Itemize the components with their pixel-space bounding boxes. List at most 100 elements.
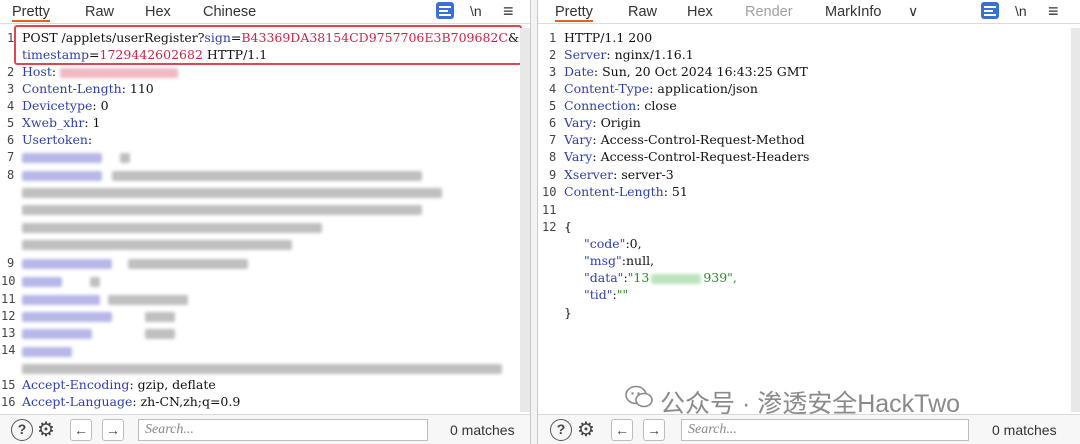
json-brace-open: { bbox=[564, 219, 572, 234]
redacted-value bbox=[145, 312, 175, 322]
tab-pretty[interactable]: Pretty bbox=[12, 2, 50, 22]
match-count: 0 matches bbox=[450, 422, 515, 438]
line-number: 2 bbox=[549, 48, 557, 62]
redacted-value bbox=[112, 171, 422, 181]
header-date: Date: Sun, 20 Oct 2024 16:43:25 GMT bbox=[564, 64, 808, 79]
line-number: 3 bbox=[549, 65, 557, 79]
redacted-value bbox=[60, 67, 179, 78]
redacted-value bbox=[22, 153, 102, 163]
request-search-bar: ? ⚙ ← → Search... 0 matches bbox=[0, 414, 530, 444]
json-tid: "tid":"" bbox=[584, 287, 629, 302]
wechat-logo-icon bbox=[625, 385, 653, 408]
newline-icon[interactable]: \n bbox=[1015, 2, 1027, 20]
header-accept-language: Accept-Language: zh-CN,zh;q=0.9 bbox=[22, 394, 241, 409]
header-vary: Vary: Access-Control-Request-Method bbox=[564, 132, 805, 147]
line-number: 8 bbox=[549, 150, 557, 164]
newline-icon[interactable]: \n bbox=[470, 2, 482, 20]
response-tabbar: Pretty Raw Hex Render MarkInfo ∨ \n ≡ bbox=[538, 0, 1080, 24]
match-count: 0 matches bbox=[992, 422, 1057, 438]
redacted-value bbox=[22, 347, 72, 357]
gear-icon[interactable]: ⚙ bbox=[35, 419, 57, 441]
line-number: 7 bbox=[549, 133, 557, 147]
gear-icon[interactable]: ⚙ bbox=[575, 419, 597, 441]
redacted-value bbox=[145, 329, 175, 339]
wrap-lines-icon[interactable] bbox=[436, 2, 454, 19]
response-pane: Pretty Raw Hex Render MarkInfo ∨ \n ≡ 1 … bbox=[537, 0, 1080, 444]
response-search-bar: ? ⚙ ← → Search... 0 matches bbox=[538, 414, 1080, 444]
tab-raw[interactable]: Raw bbox=[85, 2, 114, 22]
tab-hex[interactable]: Hex bbox=[687, 2, 713, 22]
redacted-value bbox=[128, 259, 248, 269]
line-number: 6 bbox=[7, 133, 15, 147]
line-number: 8 bbox=[7, 168, 15, 182]
previous-match-button[interactable]: ← bbox=[611, 419, 633, 441]
header-devicetype: Devicetype: 0 bbox=[22, 98, 109, 113]
line-number: 2 bbox=[7, 65, 15, 79]
search-input[interactable]: Search... bbox=[138, 419, 428, 441]
response-scrollbar[interactable] bbox=[1071, 28, 1080, 412]
line-number: 6 bbox=[549, 116, 557, 130]
request-tabbar: Pretty Raw Hex Chinese \n ≡ bbox=[0, 0, 530, 24]
redacted-value bbox=[22, 223, 322, 233]
tab-pretty[interactable]: Pretty bbox=[555, 2, 593, 22]
tab-raw[interactable]: Raw bbox=[628, 2, 657, 22]
line-number: 5 bbox=[7, 116, 15, 130]
line-number: 9 bbox=[549, 168, 557, 182]
next-match-button[interactable]: → bbox=[643, 419, 665, 441]
redacted-value bbox=[22, 329, 92, 339]
header-server: Server: nginx/1.16.1 bbox=[564, 47, 694, 62]
header-xserver: Xserver: server-3 bbox=[564, 167, 674, 182]
header-connection: Connection: close bbox=[564, 98, 677, 113]
line-number: 5 bbox=[549, 99, 557, 113]
line-number: 1 bbox=[549, 31, 557, 45]
redacted-value bbox=[22, 259, 112, 269]
line-number: 11 bbox=[542, 203, 557, 217]
redacted-value bbox=[22, 312, 112, 322]
tab-render[interactable]: Render bbox=[745, 2, 793, 22]
highlight-box bbox=[14, 25, 522, 65]
redacted-value bbox=[651, 273, 702, 284]
redacted-value bbox=[22, 205, 422, 215]
line-number: 7 bbox=[7, 150, 15, 164]
header-content-type: Content-Type: application/json bbox=[564, 81, 758, 96]
tab-markinfo[interactable]: MarkInfo bbox=[825, 2, 881, 22]
header-accept-encoding: Accept-Encoding: gzip, deflate bbox=[22, 377, 216, 392]
redacted-value bbox=[22, 171, 102, 181]
line-number: 12 bbox=[542, 220, 557, 234]
json-data: "data":"13 939", bbox=[584, 270, 737, 285]
header-host: Host: bbox=[22, 64, 179, 79]
previous-match-button[interactable]: ← bbox=[70, 419, 92, 441]
help-icon[interactable]: ? bbox=[11, 419, 33, 441]
line-number: 14 bbox=[1, 343, 16, 357]
header-content-length: Content-Length: 110 bbox=[22, 81, 154, 96]
request-pane: Pretty Raw Hex Chinese \n ≡ 1 2 3 4 5 6 … bbox=[0, 0, 531, 444]
next-match-button[interactable]: → bbox=[102, 419, 124, 441]
header-vary: Vary: Origin bbox=[564, 115, 641, 130]
redacted-value bbox=[108, 295, 188, 305]
wrap-lines-icon[interactable] bbox=[981, 2, 999, 19]
json-code: "code":0, bbox=[584, 236, 642, 251]
header-content-length: Content-Length: 51 bbox=[564, 184, 688, 199]
redacted-value bbox=[22, 188, 442, 198]
json-brace-close: } bbox=[564, 305, 572, 320]
menu-icon[interactable]: ≡ bbox=[1048, 2, 1059, 20]
chevron-down-icon[interactable]: ∨ bbox=[908, 2, 918, 20]
line-number: 10 bbox=[1, 274, 16, 288]
menu-icon[interactable]: ≡ bbox=[503, 2, 514, 20]
redacted-value bbox=[22, 277, 62, 287]
help-icon[interactable]: ? bbox=[550, 419, 572, 441]
line-number: 15 bbox=[1, 378, 16, 392]
redacted-value bbox=[22, 364, 502, 374]
line-number: 4 bbox=[7, 99, 15, 113]
tab-chinese[interactable]: Chinese bbox=[203, 2, 256, 22]
header-vary: Vary: Access-Control-Request-Headers bbox=[564, 149, 810, 164]
request-scrollbar[interactable] bbox=[520, 28, 530, 412]
line-number: 12 bbox=[1, 309, 16, 323]
redacted-value bbox=[22, 295, 100, 305]
header-usertoken: Usertoken: bbox=[22, 132, 93, 147]
tab-hex[interactable]: Hex bbox=[145, 2, 171, 22]
line-number: 3 bbox=[7, 82, 15, 96]
line-number: 11 bbox=[1, 292, 16, 306]
status-line: HTTP/1.1 200 bbox=[564, 30, 653, 45]
search-input[interactable]: Search... bbox=[681, 419, 969, 441]
